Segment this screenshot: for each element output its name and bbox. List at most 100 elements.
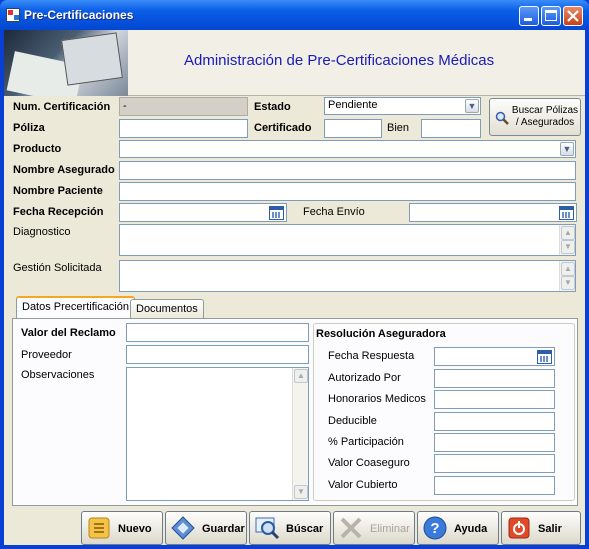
bien-label: Bien: [387, 122, 410, 134]
maximize-button[interactable]: [541, 6, 561, 26]
calendar-icon[interactable]: [537, 350, 552, 364]
fecha-respuesta-label: Fecha Respuesta: [328, 350, 415, 362]
new-document-icon: [88, 517, 110, 539]
search-icon: [255, 517, 280, 540]
autorizado-por-label: Autorizado Por: [328, 372, 401, 384]
tab-panel-datos: Valor del Reclamo Proveedor Observacione…: [12, 318, 578, 506]
diagnostico-scrollbar[interactable]: ▲ ▼: [559, 225, 575, 255]
resolucion-groupbox: Resolución Aseguradora Fecha Respuesta A…: [313, 323, 575, 501]
proveedor-label: Proveedor: [21, 349, 72, 361]
diagnostico-label: Diagnostico: [13, 226, 71, 238]
fecha-envio-input[interactable]: [409, 203, 577, 222]
window-title: Pre-Certificaciones: [24, 8, 134, 22]
certificado-label: Certificado: [254, 122, 312, 134]
guardar-button[interactable]: Guardar: [165, 511, 247, 545]
valor-reclamo-label: Valor del Reclamo: [21, 327, 116, 339]
guardar-label: Guardar: [202, 523, 245, 535]
bien-input[interactable]: [421, 119, 481, 138]
participacion-label: % Participación: [328, 436, 404, 448]
participacion-input[interactable]: [434, 433, 555, 452]
diagnostico-textarea[interactable]: ▲ ▼: [119, 224, 576, 256]
valor-cubierto-label: Valor Cubierto: [328, 479, 398, 491]
buscar-polizas-button[interactable]: Buscar Pólizas / Asegurados: [489, 98, 581, 136]
maximize-icon: [545, 10, 557, 21]
help-icon: ?: [423, 516, 447, 540]
scroll-up-icon[interactable]: ▲: [294, 369, 308, 383]
deducible-label: Deducible: [328, 415, 377, 427]
tab-datos-precertificacion[interactable]: Datos Precertificación: [16, 296, 135, 319]
tab-documentos[interactable]: Documentos: [130, 299, 204, 319]
valor-coaseguro-label: Valor Coaseguro: [328, 457, 410, 469]
gestion-solicitada-scrollbar[interactable]: ▲ ▼: [559, 261, 575, 291]
chevron-down-icon[interactable]: ▼: [560, 142, 574, 156]
salir-label: Salir: [538, 523, 562, 535]
title-bar[interactable]: Pre-Certificaciones: [0, 0, 589, 30]
honorarios-medicos-label: Honorarios Medicos: [328, 393, 426, 405]
scroll-down-icon[interactable]: ▼: [294, 485, 308, 499]
ayuda-label: Ayuda: [454, 523, 488, 535]
honorarios-medicos-input[interactable]: [434, 390, 555, 409]
poliza-input[interactable]: [119, 119, 248, 138]
fecha-recepcion-input[interactable]: [119, 203, 287, 222]
nombre-asegurado-input[interactable]: [119, 161, 576, 180]
estado-value: Pendiente: [328, 99, 378, 111]
gestion-solicitada-textarea[interactable]: ▲ ▼: [119, 260, 576, 292]
observaciones-textarea[interactable]: ▲ ▼: [126, 367, 309, 501]
banner-image: [4, 30, 128, 96]
fecha-envio-label: Fecha Envío: [303, 206, 365, 218]
app-window: Pre-Certificaciones Administración de Pr…: [0, 0, 589, 549]
scroll-down-icon[interactable]: ▼: [561, 240, 575, 254]
svg-text:?: ?: [430, 520, 439, 537]
nuevo-label: Nuevo: [118, 523, 152, 535]
close-button[interactable]: [563, 6, 583, 26]
estado-select[interactable]: Pendiente ▼: [324, 97, 481, 115]
nombre-asegurado-label: Nombre Asegurado: [13, 164, 115, 176]
nuevo-button[interactable]: Nuevo: [81, 511, 163, 545]
buscar-button[interactable]: Búscar: [249, 511, 331, 545]
buscar-label: Búscar: [286, 523, 324, 535]
buscar-polizas-label: Buscar Pólizas / Asegurados: [511, 105, 579, 128]
save-icon: [171, 516, 195, 540]
valor-coaseguro-input[interactable]: [434, 454, 555, 473]
bottom-toolbar: Nuevo Guardar Búscar Eliminar ? Ayuda Sa…: [4, 511, 585, 545]
eliminar-button[interactable]: Eliminar: [333, 511, 415, 545]
observaciones-label: Observaciones: [21, 369, 95, 381]
client-area: Administración de Pre-Certificaciones Mé…: [4, 30, 585, 545]
page-title: Administración de Pre-Certificaciones Mé…: [184, 52, 495, 69]
eliminar-label: Eliminar: [370, 523, 410, 535]
producto-label: Producto: [13, 143, 62, 155]
magnifier-icon: [495, 111, 509, 125]
gestion-solicitada-label: Gestión Solicitada: [13, 262, 102, 274]
deducible-input[interactable]: [434, 412, 555, 431]
fecha-recepcion-label: Fecha Recepción: [13, 206, 104, 218]
autorizado-por-input[interactable]: [434, 369, 555, 388]
num-certificacion-field: -: [119, 97, 248, 116]
certificado-input[interactable]: [324, 119, 382, 138]
minimize-button[interactable]: [519, 6, 539, 26]
scroll-down-icon[interactable]: ▼: [561, 276, 575, 290]
calendar-icon[interactable]: [559, 206, 574, 220]
proveedor-input[interactable]: [126, 345, 309, 364]
exit-icon: [508, 517, 530, 539]
scroll-up-icon[interactable]: ▲: [561, 262, 575, 276]
scroll-up-icon[interactable]: ▲: [561, 226, 575, 240]
resolucion-title: Resolución Aseguradora: [316, 328, 446, 340]
estado-label: Estado: [254, 101, 291, 113]
ayuda-button[interactable]: ? Ayuda: [417, 511, 499, 545]
app-icon: [6, 8, 20, 22]
num-certificacion-label: Num. Certificación: [13, 101, 111, 113]
valor-reclamo-input[interactable]: [126, 323, 309, 342]
producto-select[interactable]: ▼: [119, 140, 576, 158]
close-icon: [567, 10, 579, 22]
header-banner: Administración de Pre-Certificaciones Mé…: [4, 30, 585, 96]
chevron-down-icon[interactable]: ▼: [465, 99, 479, 113]
delete-icon: [340, 517, 362, 539]
valor-cubierto-input[interactable]: [434, 476, 555, 495]
minimize-icon: [524, 18, 532, 21]
salir-button[interactable]: Salir: [501, 511, 581, 545]
calendar-icon[interactable]: [269, 206, 284, 220]
nombre-paciente-label: Nombre Paciente: [13, 185, 103, 197]
fecha-respuesta-input[interactable]: [434, 347, 555, 366]
observaciones-scrollbar[interactable]: ▲ ▼: [292, 368, 308, 500]
nombre-paciente-input[interactable]: [119, 182, 576, 201]
